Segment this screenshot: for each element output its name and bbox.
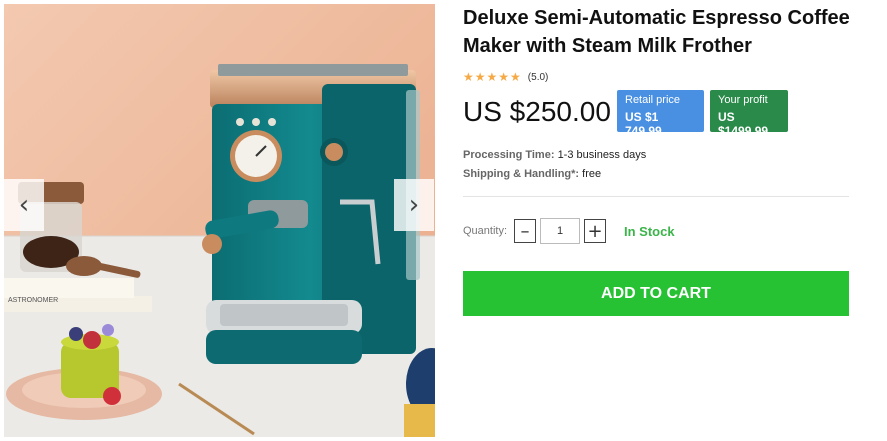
chevron-left-icon: ‹ (18, 190, 30, 220)
profit-value: US $1499.99 (718, 110, 769, 138)
plus-icon: + (587, 220, 603, 242)
processing-time-value: 1-3 business days (557, 149, 647, 161)
product-price: US $250.00 (463, 96, 611, 127)
divider (463, 196, 849, 197)
previous-image-button[interactable]: ‹ (4, 179, 44, 231)
processing-time: Processing Time: 1-3 business days (463, 146, 863, 165)
retail-price-badge: Retail price US $1 749.99 (617, 90, 704, 138)
profit-badge: Your profit US $1499.99 (710, 90, 788, 138)
stock-status: In Stock (624, 223, 675, 239)
retail-price-label: Retail price (625, 94, 681, 106)
book-title: ASTRONOMER (8, 297, 58, 304)
shipping-info: Processing Time: 1-3 business days Shipp… (463, 146, 863, 184)
next-image-button[interactable]: › (394, 179, 434, 231)
product-info: Deluxe Semi-Automatic Espresso Coffee Ma… (463, 4, 863, 184)
star-rating-icon: ★★★★★ (463, 70, 522, 84)
quantity-label: Quantity: (463, 225, 508, 237)
rating: ★★★★★ (5.0) (463, 70, 863, 84)
product-photo: ASTRONOMER (4, 4, 435, 437)
shipping-value: free (582, 168, 602, 180)
add-to-cart-button[interactable]: ADD TO CART (463, 271, 849, 316)
quantity-decrease-button[interactable]: – (514, 219, 536, 243)
quantity-increase-button[interactable]: + (584, 219, 606, 243)
shipping-label: Shipping & Handling*: (463, 168, 580, 180)
profit-label: Your profit (718, 94, 768, 106)
rating-value: (5.0) (527, 71, 549, 83)
retail-price-value: US $1 749.99 (625, 110, 662, 138)
chevron-right-icon: › (408, 190, 420, 220)
quantity-input[interactable] (540, 218, 580, 244)
minus-icon: – (520, 220, 530, 242)
price-row: US $250.00 Retail price US $1 749.99 You… (463, 88, 863, 138)
quantity-row: Quantity: – + In Stock (463, 217, 675, 245)
shipping-handling: Shipping & Handling*: free (463, 165, 863, 184)
product-image-gallery: ASTRONOMER ‹ › (4, 4, 435, 437)
product-title: Deluxe Semi-Automatic Espresso Coffee Ma… (463, 7, 850, 57)
processing-time-label: Processing Time: (463, 149, 555, 161)
